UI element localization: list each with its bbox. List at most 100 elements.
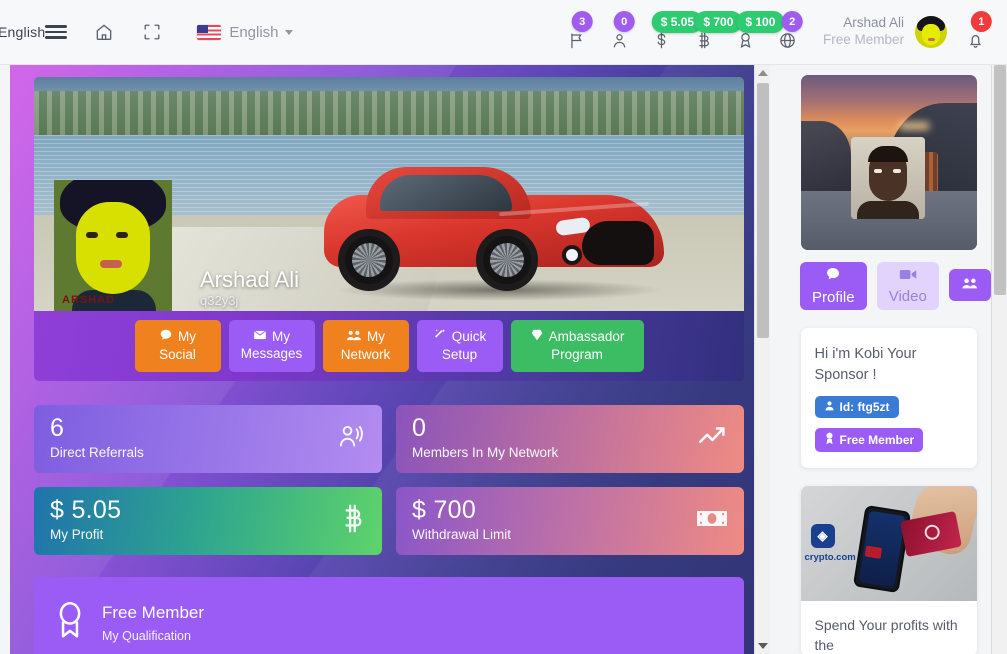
stat-label: Withdrawal Limit — [412, 527, 512, 542]
avatar[interactable] — [915, 16, 947, 48]
quick-setup-button[interactable]: Quick Setup — [416, 320, 503, 372]
header-stat-dollar[interactable]: $ 5.05 — [641, 10, 704, 54]
stat-card-my-profit[interactable]: $ 5.05 My Profit — [34, 487, 382, 555]
quick-action-bar: My Social My Messages My Network Quick S… — [34, 311, 744, 381]
profile-username: q32y3j — [200, 293, 239, 308]
sponsor-profile-label: Profile — [812, 289, 855, 306]
button-line-2: Messages — [240, 346, 303, 361]
profile-cover-banner: ARSHAD Arshad Ali q32y3j — [34, 77, 744, 317]
badge-count: 3 — [571, 11, 593, 32]
profile-photo[interactable]: ARSHAD — [54, 180, 172, 312]
chevron-down-icon — [284, 29, 293, 35]
page-scrollbar[interactable] — [991, 65, 1007, 654]
button-line-2: Social — [159, 347, 196, 362]
language-selected-label: English — [229, 23, 279, 41]
page-scrollbar-thumb[interactable] — [994, 65, 1006, 295]
button-line-2: Program — [551, 347, 603, 362]
fullscreen-icon[interactable] — [135, 15, 169, 49]
home-icon[interactable] — [87, 15, 121, 49]
button-line-1: My — [272, 329, 290, 345]
badge-count: 0 — [613, 11, 635, 32]
scrollbar-thumb[interactable] — [757, 83, 769, 338]
video-camera-icon — [899, 268, 917, 285]
main-content-column: ARSHAD Arshad Ali q32y3j My Social My Me… — [10, 65, 770, 654]
award-ribbon-icon — [56, 601, 84, 645]
header-user-info[interactable]: Arshad Ali Free Member — [823, 15, 904, 49]
user-name: Arshad Ali — [843, 15, 904, 31]
inline-language-label: English — [0, 24, 46, 40]
qualification-title: Free Member — [102, 603, 205, 622]
sponsor-video-button[interactable]: Video — [876, 262, 939, 310]
header-left-controls: English English — [0, 15, 293, 49]
header-stat-user[interactable]: 0 — [599, 10, 641, 54]
promo-brand: crypto.com — [804, 552, 856, 564]
sponsor-selfie-video[interactable] — [850, 137, 925, 219]
triangle-up-icon — [758, 70, 768, 76]
bitcoin-icon — [340, 504, 366, 539]
triangle-down-icon — [758, 643, 768, 649]
sponsor-video-label: Video — [888, 287, 927, 305]
top-header-bar: English English 3 0 $ 5.05 $ 700 $ 100 2… — [0, 0, 1007, 65]
crypto-com-logo-icon: ◈ — [810, 524, 835, 549]
stat-card-withdrawal-limit[interactable]: $ 700 Withdrawal Limit — [396, 487, 744, 555]
my-network-button[interactable]: My Network — [322, 320, 409, 372]
user-role: Free Member — [822, 32, 904, 47]
envelope-icon — [253, 329, 267, 346]
page-body: ARSHAD Arshad Ali q32y3j My Social My Me… — [0, 65, 1007, 654]
stat-value: 0 — [412, 414, 427, 442]
sponsor-id-text: Id: ftg5zt — [839, 400, 890, 415]
qualification-card[interactable]: Free Member My Qualification — [34, 577, 744, 654]
users-icon — [346, 329, 362, 347]
notification-bell[interactable]: 1 — [955, 10, 995, 54]
chat-dollar-icon — [825, 266, 841, 286]
promo-text: Spend Your profits with the — [814, 617, 958, 654]
banknote-icon — [696, 508, 728, 535]
stat-label: My Profit — [50, 527, 104, 542]
language-selector[interactable]: English — [229, 23, 293, 41]
people-icon — [337, 424, 366, 454]
people-icon — [961, 277, 979, 293]
crypto-com-card-phone-photo: ◈ crypto.com — [800, 486, 977, 602]
sponsor-id-badge: Id: ftg5zt — [814, 396, 899, 419]
my-messages-button[interactable]: My Messages — [228, 320, 315, 372]
header-stat-medal[interactable]: $ 100 — [725, 10, 785, 54]
hamburger-icon[interactable] — [45, 25, 68, 39]
stat-card-members-in-network[interactable]: 0 Members In My Network — [396, 405, 744, 473]
stat-card-grid: 6 Direct Referrals 0 Members In My Netwo… — [34, 405, 744, 555]
us-flag-icon — [197, 24, 222, 40]
header-stat-flag[interactable]: 3 — [557, 10, 599, 54]
sponsor-greeting: Hi i'm Kobi Your Sponsor ! — [814, 346, 917, 384]
sports-car-image — [324, 167, 664, 301]
stat-value: 6 — [50, 414, 65, 442]
sponsor-rank-text: Free Member — [839, 433, 915, 448]
stat-card-direct-referrals[interactable]: 6 Direct Referrals — [34, 405, 382, 473]
sponsor-contacts-button[interactable] — [948, 269, 991, 301]
button-line-2: Network — [340, 346, 391, 362]
diamond-icon — [530, 328, 544, 347]
scroll-down-button[interactable] — [755, 638, 770, 654]
button-line-1: My — [367, 329, 385, 345]
my-social-button[interactable]: My Social — [134, 320, 221, 372]
stat-value: $ 700 — [412, 496, 477, 524]
badge-count: 1 — [970, 11, 992, 32]
header-right-controls: 3 0 $ 5.05 $ 700 $ 100 2 Arshad Ali Free… — [557, 10, 1007, 54]
trend-up-icon — [698, 425, 728, 454]
sponsor-video-card[interactable] — [800, 75, 977, 250]
right-sidebar: Profile Video Hi i'm Kobi Your Sponsor !… — [786, 65, 991, 654]
content-scrollbar[interactable] — [754, 65, 770, 654]
button-line-2: Setup — [441, 347, 478, 362]
ambassador-program-button[interactable]: Ambassador Program — [510, 320, 644, 372]
stat-value: $ 5.05 — [50, 496, 122, 524]
badge-count: 2 — [781, 11, 803, 32]
sponsor-info-card: Hi i'm Kobi Your Sponsor ! Id: ftg5zt Fr… — [800, 328, 977, 469]
sponsor-profile-button[interactable]: Profile — [800, 262, 867, 310]
scroll-up-button[interactable] — [755, 65, 770, 81]
magic-wand-icon — [433, 328, 447, 347]
button-line-1: Quick — [451, 329, 487, 345]
header-stat-globe[interactable]: 2 — [767, 10, 809, 54]
stat-label: Members In My Network — [412, 445, 559, 460]
button-line-1: My — [178, 329, 196, 345]
button-line-1: Ambassador — [548, 329, 625, 345]
promo-card[interactable]: ◈ crypto.com Spend Your profits with the — [800, 486, 977, 654]
header-stat-bitcoin[interactable]: $ 700 — [683, 10, 743, 54]
